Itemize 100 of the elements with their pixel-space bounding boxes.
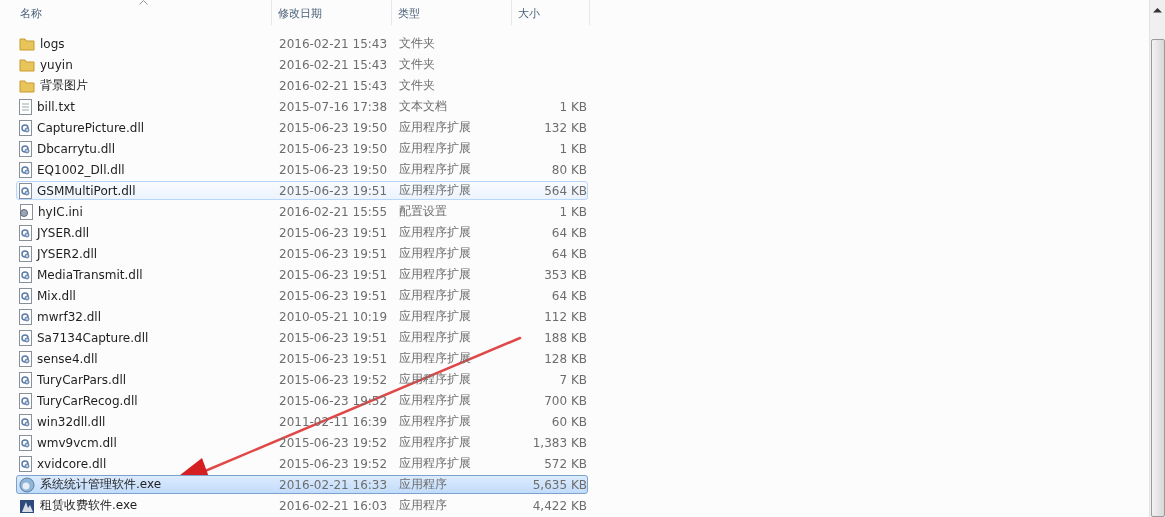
modified-date: 2015-06-23 19:50	[278, 120, 389, 135]
file-name: Dbcarrytu.dll	[37, 141, 115, 156]
file-type: 应用程序扩展	[398, 245, 472, 262]
column-header[interactable]: 类型	[392, 0, 512, 25]
file-name: EQ1002_Dll.dll	[37, 162, 125, 177]
file-row[interactable]: xvidcore.dll 2015-06-23 19:52 应用程序扩展 572 KB	[16, 454, 588, 473]
file-name: JYSER2.dll	[37, 246, 98, 261]
gear-file-icon	[19, 245, 32, 262]
modified-date: 2015-06-23 19:52	[278, 435, 389, 450]
file-type: 应用程序扩展	[398, 140, 472, 157]
file-size: 1 KB	[559, 99, 587, 114]
sort-caret-icon	[138, 0, 148, 5]
modified-date: 2016-02-21 16:03	[278, 498, 389, 513]
file-row[interactable]: wmv9vcm.dll 2015-06-23 19:52 应用程序扩展 1,383 KB	[16, 433, 588, 452]
file-row[interactable]: 背景图片 2016-02-21 15:43 文件夹	[16, 76, 588, 95]
file-row[interactable]: MediaTransmit.dll 2015-06-23 19:51 应用程序扩展 353 KB	[16, 265, 588, 284]
file-row[interactable]: GSMMultiPort.dll 2015-06-23 19:51 应用程序扩展 564 KB	[16, 181, 588, 200]
modified-date: 2015-06-23 19:51	[278, 225, 389, 240]
file-row[interactable]: mwrf32.dll 2010-05-21 10:19 应用程序扩展 112 KB	[16, 307, 588, 326]
file-row[interactable]: JYSER2.dll 2015-06-23 19:51 应用程序扩展 64 KB	[16, 244, 588, 263]
modified-date: 2016-02-21 16:33	[278, 477, 389, 492]
file-row[interactable]: EQ1002_Dll.dll 2015-06-23 19:50 应用程序扩展 80 KB	[16, 160, 588, 179]
file-row[interactable]: Mix.dll 2015-06-23 19:51 应用程序扩展 64 KB	[16, 286, 588, 305]
gear-file-icon	[19, 266, 32, 283]
scroll-up-icon[interactable]	[1153, 7, 1162, 13]
modified-date: 2010-05-21 10:19	[278, 309, 389, 324]
settings-file-icon	[19, 203, 33, 220]
file-type: 应用程序扩展	[398, 224, 472, 241]
file-row[interactable]: yuyin 2016-02-21 15:43 文件夹	[16, 55, 588, 74]
file-name: logs	[40, 36, 65, 51]
modified-date: 2015-06-23 19:52	[278, 372, 389, 387]
file-type: 文件夹	[398, 35, 436, 52]
file-name: TuryCarPars.dll	[37, 372, 127, 387]
gear-file-icon	[19, 371, 32, 388]
gear-file-icon	[19, 140, 32, 157]
gear-file-icon	[19, 308, 32, 325]
file-name: TuryCarRecog.dll	[37, 393, 138, 408]
file-size: 7 KB	[559, 372, 587, 387]
file-type: 应用程序	[398, 497, 448, 514]
file-size: 564 KB	[544, 183, 587, 198]
file-type: 应用程序扩展	[398, 455, 472, 472]
folder-icon	[19, 78, 35, 93]
file-type: 应用程序扩展	[398, 182, 472, 199]
gear-file-icon	[19, 182, 32, 199]
file-name: 租赁收费软件.exe	[40, 497, 138, 514]
file-size: 700 KB	[544, 393, 587, 408]
file-row[interactable]: 系统统计管理软件.exe 2016-02-21 16:33 应用程序 5,635 KB	[16, 475, 588, 494]
column-header[interactable]: 名称	[14, 0, 272, 25]
file-size: 64 KB	[551, 225, 587, 240]
file-type: 文件夹	[398, 56, 436, 73]
file-type: 应用程序	[398, 476, 448, 493]
file-name: hyIC.ini	[38, 204, 83, 219]
file-size: 572 KB	[544, 456, 587, 471]
gear-file-icon	[19, 119, 32, 136]
file-size: 1 KB	[559, 141, 587, 156]
file-size: 64 KB	[551, 288, 587, 303]
file-size: 60 KB	[551, 414, 587, 429]
text-file-icon	[19, 98, 32, 115]
file-row[interactable]: Dbcarrytu.dll 2015-06-23 19:50 应用程序扩展 1 KB	[16, 139, 588, 158]
file-name: bill.txt	[37, 99, 75, 114]
file-row[interactable]: hyIC.ini 2016-02-21 15:55 配置设置 1 KB	[16, 202, 588, 221]
file-row[interactable]: logs 2016-02-21 15:43 文件夹	[16, 34, 588, 53]
file-name: 背景图片	[40, 77, 88, 94]
file-type: 文件夹	[398, 77, 436, 94]
file-row[interactable]: CapturePicture.dll 2015-06-23 19:50 应用程序扩展 132 KB	[16, 118, 588, 137]
file-size: 1 KB	[559, 204, 587, 219]
app-icon	[19, 497, 35, 514]
folder-icon	[19, 57, 35, 72]
file-type: 应用程序扩展	[398, 413, 472, 430]
file-type: 应用程序扩展	[398, 266, 472, 283]
modified-date: 2015-06-23 19:50	[278, 162, 389, 177]
modified-date: 2015-06-23 19:51	[278, 246, 389, 261]
file-name: CapturePicture.dll	[37, 120, 145, 135]
column-header[interactable]: 大小	[512, 0, 590, 25]
gear-file-icon	[19, 455, 32, 472]
file-type: 应用程序扩展	[398, 119, 472, 136]
file-name: JYSER.dll	[37, 225, 90, 240]
file-row[interactable]: bill.txt 2015-07-16 17:38 文本文档 1 KB	[16, 97, 588, 116]
modified-date: 2015-06-23 19:51	[278, 330, 389, 345]
modified-date: 2016-02-21 15:43	[278, 36, 389, 51]
file-size: 64 KB	[551, 246, 587, 261]
gear-file-icon	[19, 434, 32, 451]
file-name: 系统统计管理软件.exe	[40, 476, 162, 493]
file-name: Mix.dll	[37, 288, 76, 303]
modified-date: 2015-06-23 19:51	[278, 183, 389, 198]
file-name: sense4.dll	[37, 351, 98, 366]
file-name: GSMMultiPort.dll	[37, 183, 136, 198]
column-header[interactable]: 修改日期	[272, 0, 392, 25]
file-name: wmv9vcm.dll	[37, 435, 117, 450]
file-row[interactable]: 租赁收费软件.exe 2016-02-21 16:03 应用程序 4,422 KB	[16, 496, 588, 515]
file-name: Sa7134Capture.dll	[37, 330, 149, 345]
modified-date: 2015-06-23 19:51	[278, 351, 389, 366]
file-type: 应用程序扩展	[398, 308, 472, 325]
file-row[interactable]: JYSER.dll 2015-06-23 19:51 应用程序扩展 64 KB	[16, 223, 588, 242]
file-name: mwrf32.dll	[37, 309, 102, 324]
file-row[interactable]: Sa7134Capture.dll 2015-06-23 19:51 应用程序扩展 188 KB	[16, 328, 588, 347]
file-name: yuyin	[40, 57, 73, 72]
file-size: 112 KB	[544, 309, 587, 324]
file-type: 应用程序扩展	[398, 392, 472, 409]
file-size: 188 KB	[544, 330, 587, 345]
